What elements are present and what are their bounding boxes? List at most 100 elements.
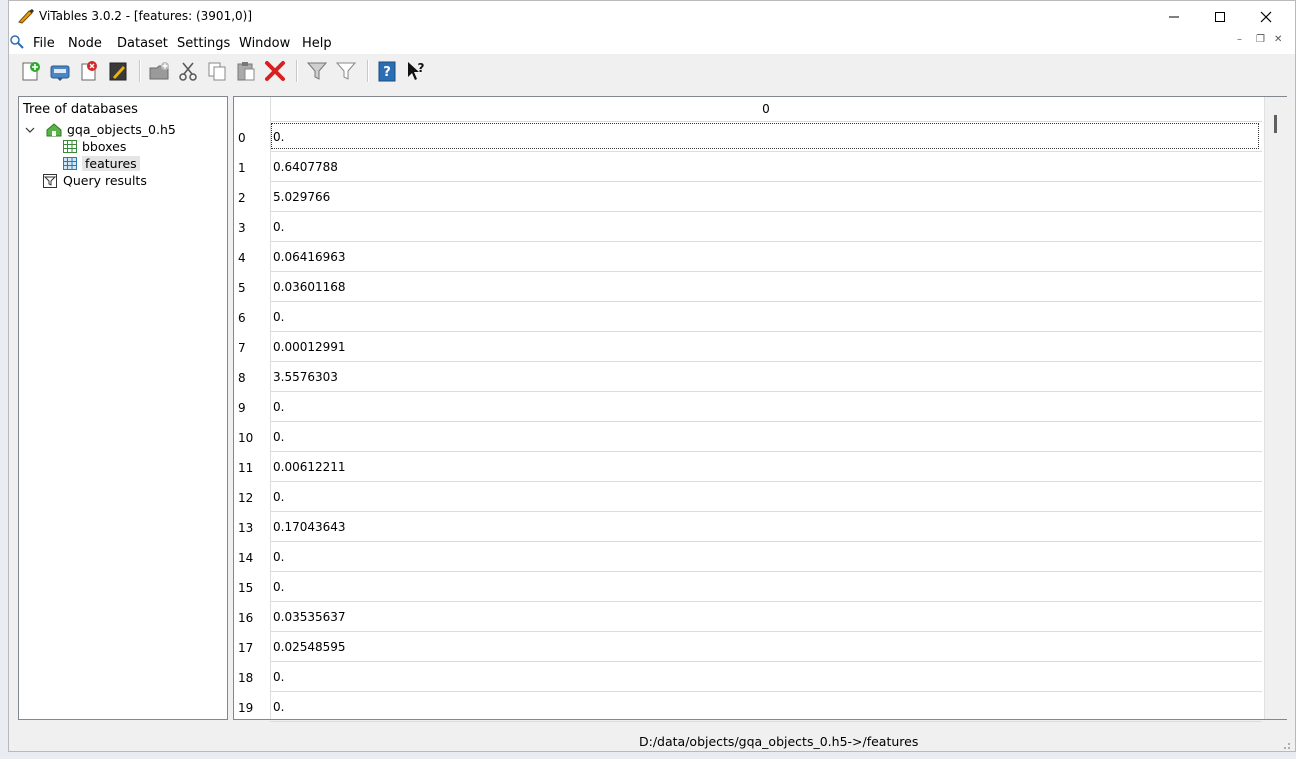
svg-text:?: ? [418,61,425,75]
row-index[interactable]: 17 [238,641,253,655]
menu-node[interactable]: Node [68,36,102,51]
table-cell[interactable]: 0. [273,670,284,684]
table-row: 0.02548595 [270,632,1262,662]
row-index[interactable]: 4 [238,251,246,265]
table-cell[interactable]: 0. [273,550,284,564]
table-cell[interactable]: 5.029766 [273,190,330,204]
table-cell[interactable]: 0.17043643 [273,520,346,534]
whats-this-icon[interactable]: ? [403,58,429,84]
docs-browser-icon[interactable]: ? [374,58,400,84]
new-file-icon[interactable] [18,58,44,84]
delete-icon[interactable] [262,58,288,84]
row-index[interactable]: 19 [238,701,253,715]
menu-settings[interactable]: Settings [177,36,230,51]
table-cell[interactable]: 0. [273,490,284,504]
table-cell[interactable]: 0.03535637 [273,610,346,624]
window-title: ViTables 3.0.2 - [features: (3901,0)] [39,9,253,23]
tree-node-features[interactable]: features [63,156,140,171]
row-index[interactable]: 14 [238,551,253,565]
row-index[interactable]: 11 [238,461,253,475]
desktop-background-bottom [0,752,1296,759]
table-cell[interactable]: 0. [273,400,284,414]
row-index[interactable]: 9 [238,401,246,415]
column-header[interactable]: 0 [270,97,1262,122]
tree-node-bboxes[interactable]: bboxes [63,139,126,154]
row-index[interactable]: 1 [238,161,246,175]
query-icon[interactable] [304,58,330,84]
table-cell[interactable]: 0.03601168 [273,280,346,294]
app-window: ViTables 3.0.2 - [features: (3901,0)] Fi… [8,0,1296,752]
row-index[interactable]: 8 [238,371,246,385]
mdi-restore-button[interactable]: ❐ [1256,34,1265,45]
table-cell[interactable]: 0. [273,220,284,234]
tree-node-query-results[interactable]: Query results [43,173,147,188]
row-index[interactable]: 13 [238,521,253,535]
table-cell[interactable]: 0.6407788 [273,160,338,174]
cut-icon[interactable] [175,58,201,84]
array-icon [63,157,77,170]
tree-leaf-label-selected: features [82,156,140,171]
row-index[interactable]: 12 [238,491,253,505]
close-file-icon[interactable] [76,58,102,84]
row-index[interactable]: 6 [238,311,246,325]
resize-grip-icon[interactable] [1281,738,1291,749]
focused-cell-outline [271,123,1259,149]
database-tree-panel: Tree of databases gqa_objects_0.h5 bboxe… [18,96,228,720]
table-cell[interactable]: 0. [273,700,284,714]
table-row: 3.5576303 [270,362,1262,392]
copy-icon[interactable] [204,58,230,84]
new-group-icon[interactable] [146,58,172,84]
paste-icon[interactable] [233,58,259,84]
close-window-button[interactable] [1243,1,1289,32]
toolbar: ? ? [9,54,1295,88]
table-cell[interactable]: 0. [273,580,284,594]
table-row: 0. [270,302,1262,332]
table-row: 0. [270,212,1262,242]
table-row: 5.029766 [270,182,1262,212]
row-index[interactable]: 15 [238,581,253,595]
mdi-minimize-button[interactable]: – [1237,34,1242,45]
table-cell[interactable]: 0.06416963 [273,250,346,264]
title-bar: ViTables 3.0.2 - [features: (3901,0)] [9,1,1295,32]
table-cell[interactable]: 0. [273,310,284,324]
row-index[interactable]: 0 [238,131,246,145]
query-results-icon [43,173,58,188]
table-row: 0. [270,572,1262,602]
vertical-scrollbar[interactable] [1264,97,1287,719]
desktop-background [0,0,8,759]
dataset-view: 0 1 2 3 4 5 6 7 8 9 10 11 12 13 14 15 16 17 18 19 0 0. 0.640… [233,96,1287,722]
row-index[interactable]: 3 [238,221,246,235]
maximize-button[interactable] [1197,1,1243,32]
mdi-close-button[interactable]: ✕ [1274,34,1282,45]
menu-window[interactable]: Window [239,36,290,51]
file-home-icon [46,122,62,137]
chevron-down-icon[interactable] [25,125,35,135]
table-cell[interactable]: 0.02548595 [273,640,346,654]
tree-file-label: gqa_objects_0.h5 [67,122,176,137]
table-cell[interactable]: 0. [273,430,284,444]
table-cell[interactable]: 3.5576303 [273,370,338,384]
row-index[interactable]: 5 [238,281,246,295]
row-index[interactable]: 10 [238,431,253,445]
table-row: 0. [270,662,1262,692]
tree-header: Tree of databases [23,102,138,117]
menu-dataset[interactable]: Dataset [117,36,168,51]
delete-queries-icon[interactable] [333,58,359,84]
table-row: 0.17043643 [270,512,1262,542]
toolbar-separator [367,60,369,82]
table-cell[interactable]: 0.00612211 [273,460,346,474]
table-cell[interactable]: 0.00012991 [273,340,346,354]
menu-file[interactable]: File [33,36,55,51]
row-index[interactable]: 16 [238,611,253,625]
table-row: 0.03601168 [270,272,1262,302]
scrollbar-thumb[interactable] [1274,115,1277,133]
row-index[interactable]: 7 [238,341,246,355]
row-index[interactable]: 18 [238,671,253,685]
edit-file-icon[interactable] [105,58,131,84]
tree-leaf-label: bboxes [82,139,127,154]
tree-node-file[interactable]: gqa_objects_0.h5 [25,122,176,137]
menu-help[interactable]: Help [302,36,332,51]
save-file-icon[interactable] [47,58,73,84]
minimize-button[interactable] [1151,1,1197,32]
row-index[interactable]: 2 [238,191,246,205]
